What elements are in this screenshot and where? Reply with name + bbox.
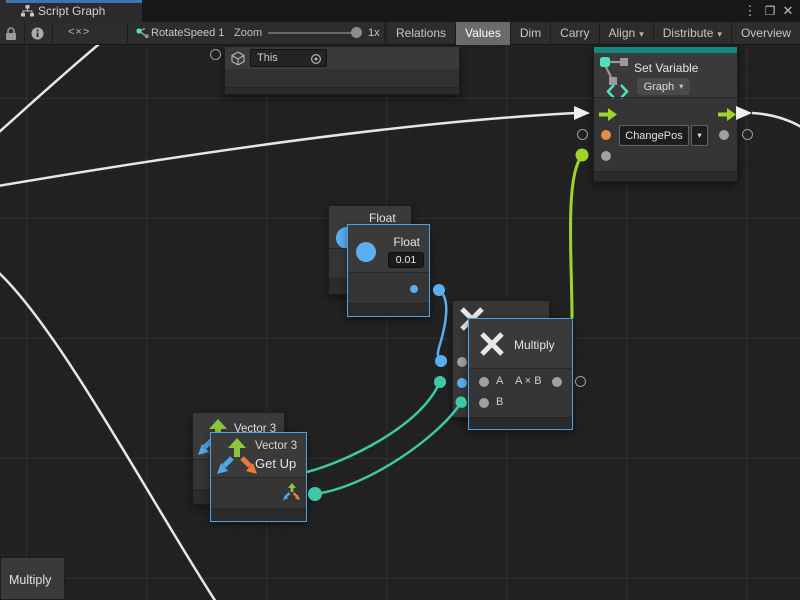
set-variable-node[interactable]: Set Variable Graph ▾ ChangePos ▾ — [593, 46, 738, 182]
toolbar-buttons: Relations Values Dim Carry Align▾ Distri… — [386, 22, 800, 45]
this-node-output-port[interactable] — [210, 49, 221, 60]
graph-breadcrumb[interactable]: RotateSpeed 1 — [151, 27, 224, 39]
dim-button[interactable]: Dim — [510, 22, 550, 45]
align-dropdown-button[interactable]: Align▾ — [599, 22, 653, 45]
set-variable-title: Set Variable — [634, 61, 698, 75]
tab-script-graph[interactable]: Script Graph — [0, 0, 142, 22]
multiply-node[interactable]: Multiply A A × B B — [468, 318, 573, 430]
vector-subtitle: Get Up — [255, 456, 296, 471]
tab-title: Script Graph — [38, 4, 105, 18]
variable-name-dropdown[interactable]: ChangePos ▾ — [619, 125, 708, 146]
dropdown-arrow-icon: ▾ — [679, 81, 683, 92]
float-type-icon — [356, 242, 376, 262]
variable-kind-value: Graph — [644, 81, 675, 93]
multiply-back-port-2[interactable] — [457, 378, 467, 388]
distribute-dropdown-button[interactable]: Distribute▾ — [653, 22, 731, 45]
multiply-input-b-label: B — [496, 396, 503, 408]
variable-name-dropdown-arrow[interactable]: ▾ — [691, 125, 708, 146]
multiply-output-label: A × B — [515, 375, 542, 387]
multiply-back-port-1[interactable] — [457, 357, 467, 367]
vector3-getup-node[interactable]: Vector 3 Get Up — [210, 432, 307, 522]
lock-icon[interactable] — [5, 27, 17, 41]
graph-hierarchy-icon — [21, 5, 34, 17]
set-variable-output-port[interactable] — [719, 130, 729, 140]
graph-reference-icon — [135, 27, 149, 39]
window-maximize-icon[interactable]: ❐ — [762, 1, 778, 21]
unity-visual-scripting-window: This Float Float 0.01 — [0, 0, 800, 600]
dropdown-arrow-icon: ▾ — [639, 29, 644, 39]
multiply-back-port-3[interactable] — [457, 398, 467, 408]
this-node-strip — [225, 87, 459, 94]
multiply-header: Multiply — [469, 319, 572, 368]
window-menu-icon[interactable]: ⋮ — [742, 1, 758, 21]
object-picker-icon[interactable] — [310, 53, 322, 65]
dropdown-arrow-icon: ▾ — [697, 130, 701, 141]
active-tab-indicator — [6, 0, 142, 3]
set-variable-value-port[interactable] — [601, 151, 611, 161]
zoom-label: Zoom — [234, 27, 262, 39]
multiply-title: Multiply — [514, 338, 555, 352]
set-variable-strip — [594, 171, 737, 181]
gameobject-field-value: This — [257, 52, 278, 64]
overview-button[interactable]: Overview — [731, 22, 800, 45]
flow-in-port[interactable] — [599, 108, 617, 121]
vector-strip — [211, 508, 306, 521]
float-output-port[interactable] — [410, 285, 418, 293]
this-node-body — [225, 69, 459, 89]
values-button[interactable]: Values — [455, 22, 510, 45]
zoom-slider-track[interactable] — [268, 32, 361, 34]
float-header: Float 0.01 — [348, 225, 429, 272]
float-strip — [348, 303, 429, 316]
this-node-header: This — [225, 47, 459, 69]
set-variable-header: Set Variable Graph ▾ — [594, 53, 737, 97]
multiply-output-outer-port[interactable] — [575, 376, 586, 387]
float-title: Float — [393, 235, 420, 249]
relations-button[interactable]: Relations — [386, 22, 455, 45]
float-back-title: Float — [369, 211, 396, 225]
vector-title: Vector 3 — [255, 440, 297, 452]
variable-kind-dropdown[interactable]: Graph ▾ — [637, 78, 690, 95]
vector-header: Vector 3 Get Up — [211, 433, 306, 477]
zoom-slider-knob[interactable] — [351, 27, 362, 38]
window-close-icon[interactable]: ✕ — [780, 1, 796, 21]
gameobject-field[interactable]: This — [250, 49, 327, 67]
vector3-mini-icon — [282, 482, 301, 501]
float-value-field[interactable]: 0.01 — [388, 252, 424, 268]
multiply-input-a-label: A — [496, 375, 503, 387]
multiply-input-b-port[interactable] — [479, 398, 489, 408]
this-node[interactable]: This — [224, 46, 460, 95]
tab-bar: Script Graph ⋮ ❐ ✕ — [0, 0, 800, 22]
multiply-x-icon — [478, 330, 506, 358]
set-variable-left-outer-port[interactable] — [577, 129, 588, 140]
multiply-output-port[interactable] — [552, 377, 562, 387]
flow-out-port[interactable] — [718, 108, 736, 121]
multiply-corner-title: Multiply — [9, 573, 51, 587]
carry-button[interactable]: Carry — [550, 22, 598, 45]
info-icon[interactable] — [31, 27, 44, 40]
set-variable-icon — [600, 57, 632, 99]
code-view-icon[interactable]: <×> — [68, 26, 90, 38]
vector3-icon — [216, 436, 258, 476]
multiply-strip — [469, 417, 572, 429]
variable-name-value: ChangePos — [619, 125, 689, 146]
multiply-corner-node[interactable]: Multiply — [0, 557, 65, 600]
multiply-input-a-port[interactable] — [479, 377, 489, 387]
set-variable-right-outer-port[interactable] — [742, 129, 753, 140]
cube-icon — [231, 51, 245, 65]
variable-name-port[interactable] — [601, 130, 611, 140]
float-node[interactable]: Float 0.01 — [347, 224, 430, 317]
zoom-value: 1x — [368, 27, 380, 39]
dropdown-arrow-icon: ▾ — [717, 29, 722, 39]
